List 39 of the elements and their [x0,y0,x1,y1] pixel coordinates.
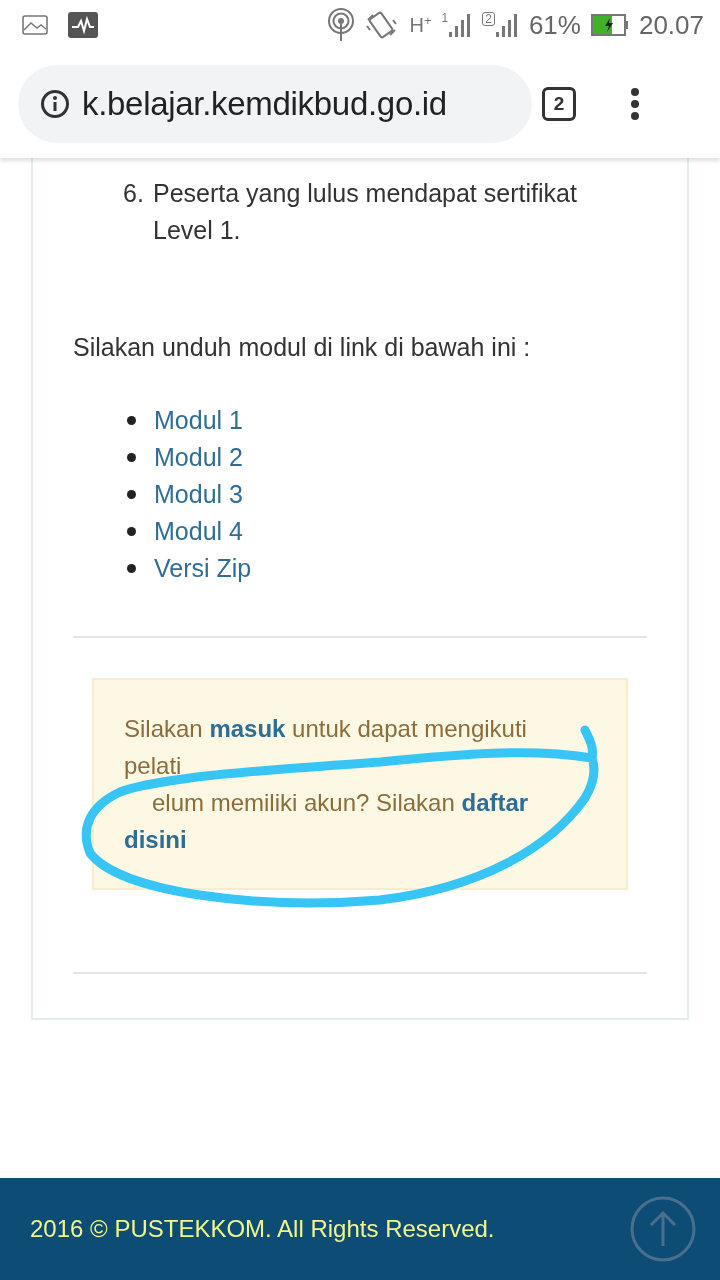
notice-text: elum memiliki akun? Silakan daftar [151,788,530,818]
tab-count-button[interactable]: 2 [542,87,576,121]
notice-link[interactable]: daftar [461,789,529,816]
clock-time: 20.07 [638,9,704,41]
bullet-icon [127,490,136,499]
module-link[interactable]: Modul 4 [154,517,243,546]
bullet-icon [127,416,136,425]
notice-text: pelati [124,751,183,781]
notice-text: Silakan masuk untuk dapat mengikuti [124,714,528,744]
signal-icon [448,12,473,38]
module-link[interactable]: Modul 1 [154,406,243,435]
pulse-icon [68,12,98,38]
battery-icon [590,14,629,36]
info-icon [40,89,70,119]
list-item-text: Peserta yang lulus mendapat sertifikat Level 1. [153,178,578,246]
url-text: k.belajar.kemdikbud.go.id [82,85,447,123]
menu-icon [629,87,641,121]
network-plus: + [423,13,432,27]
image-icon [22,15,48,35]
module-link[interactable]: Versi Zip [154,554,252,583]
notice-link[interactable]: disini [124,826,187,853]
bullet-icon [127,527,136,536]
sim-number: 2 [482,12,495,26]
sim-number: 1 [441,12,449,24]
address-bar[interactable]: k.belajar.kemdikbud.go.id [18,65,532,143]
module-link[interactable]: Modul 2 [154,443,243,472]
battery-percent: 61% [528,9,581,41]
list-number: 6. [123,178,145,209]
copyright-text: 2016 © PUSTEKKOM. All Rights Reserved. [30,1215,495,1243]
notice-link[interactable]: masuk [209,715,286,742]
hotspot-icon [327,8,356,42]
instruction-text: Silakan unduh modul di link di bawah ini : [73,332,532,363]
scroll-top-icon [630,1196,696,1262]
bullet-icon [127,564,136,573]
bullet-icon [127,453,136,462]
signal-icon [494,12,519,38]
network-type: H [409,13,424,37]
module-link[interactable]: Modul 3 [154,480,243,509]
vibrate-icon [365,10,400,40]
